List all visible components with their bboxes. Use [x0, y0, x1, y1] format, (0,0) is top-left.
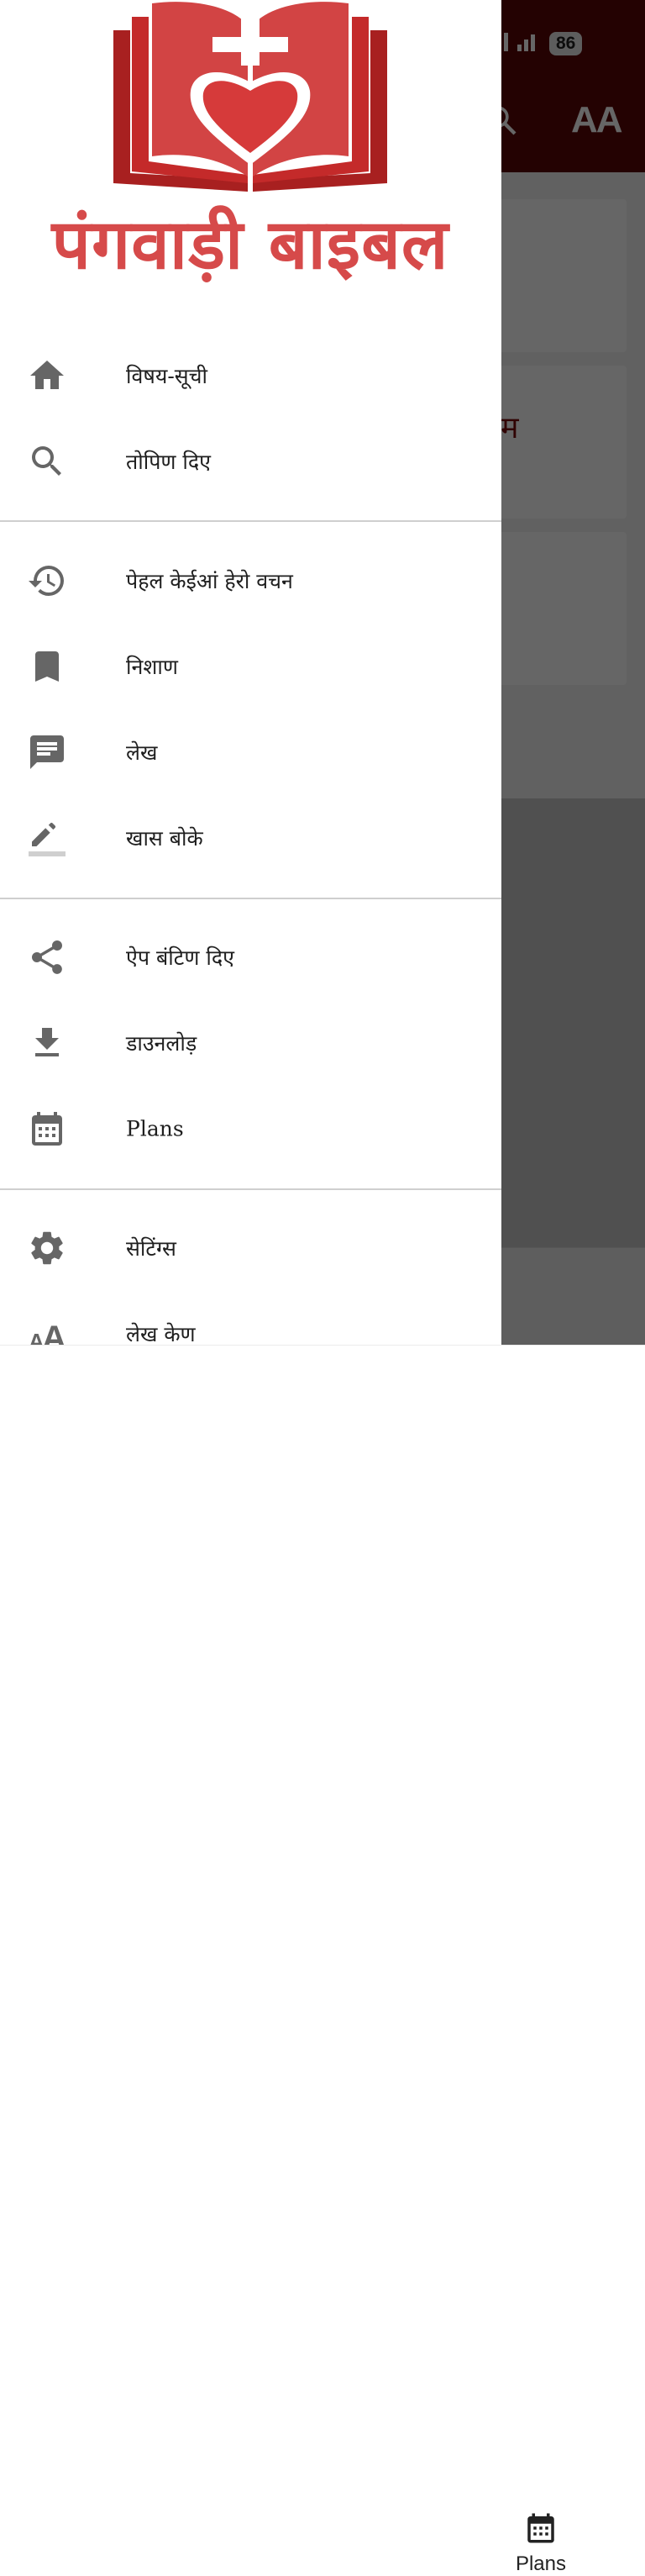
- download-icon: [27, 1023, 67, 1063]
- app-logo-text: पंगवाड़ी बाइबल: [51, 204, 449, 285]
- bookmark-icon: [27, 646, 67, 687]
- menu-item-share-app[interactable]: ऐप बंटिण दिए: [0, 914, 501, 1000]
- menu-item-bookmarks[interactable]: निशाण: [0, 624, 501, 709]
- menu-divider: [0, 898, 501, 899]
- home-icon: [27, 356, 67, 396]
- drawer-header: पंगवाड़ी बाइबल: [0, 0, 501, 303]
- bible-logo-icon: [113, 2, 387, 192]
- menu-item-download[interactable]: डाउनलोड़: [0, 1000, 501, 1086]
- menu-item-search[interactable]: तोपिण दिए: [0, 419, 501, 504]
- menu-item-label: निशाण: [126, 655, 178, 679]
- menu-item-contents[interactable]: विषय-सूची: [0, 333, 501, 419]
- svg-text:A: A: [42, 1320, 66, 1345]
- menu-item-label: ऐप बंटिण दिए: [126, 946, 234, 970]
- note-icon: [27, 732, 67, 772]
- menu-item-label: लेख केण: [126, 1322, 196, 1345]
- menu-item-history[interactable]: पेहल केईआं हेरो वचन: [0, 538, 501, 624]
- menu-item-label: Plans: [126, 1116, 184, 1141]
- bottom-nav-plans[interactable]: Plans: [507, 2510, 574, 2576]
- menu-item-label: खास बोके: [126, 826, 203, 851]
- search-icon: [27, 441, 67, 482]
- text-size-icon: AA: [27, 1314, 67, 1345]
- calendar-icon: [527, 2513, 554, 2543]
- bottom-nav-plans-label: Plans: [515, 2552, 567, 2575]
- navigation-drawer: पंगवाड़ी बाइबल विषय-सूची तोपिण दिए पेहल …: [0, 0, 501, 1345]
- menu-item-label: सेटिंग्स: [126, 1236, 176, 1261]
- menu-item-notes[interactable]: लेख: [0, 709, 501, 795]
- menu-divider: [0, 520, 501, 522]
- menu-item-plans[interactable]: Plans: [0, 1086, 501, 1172]
- menu-item-settings[interactable]: सेटिंग्स: [0, 1205, 501, 1291]
- menu-item-label: तोपिण दिए: [126, 450, 211, 474]
- menu-item-label: लेख: [126, 740, 158, 765]
- history-icon: [27, 561, 67, 601]
- menu-item-label: पेहल केईआं हेरो वचन: [126, 569, 293, 593]
- share-icon: [27, 937, 67, 977]
- menu-item-text-size[interactable]: AA लेख केण: [0, 1291, 501, 1345]
- gear-icon: [27, 1228, 67, 1268]
- menu-item-label: विषय-सूची: [126, 364, 208, 388]
- menu-item-highlights[interactable]: खास बोके: [0, 795, 501, 881]
- highlight-pen-icon: [27, 818, 67, 858]
- menu-item-label: डाउनलोड़: [126, 1031, 197, 1056]
- calendar-icon: [27, 1109, 67, 1149]
- menu-divider: [0, 1188, 501, 1190]
